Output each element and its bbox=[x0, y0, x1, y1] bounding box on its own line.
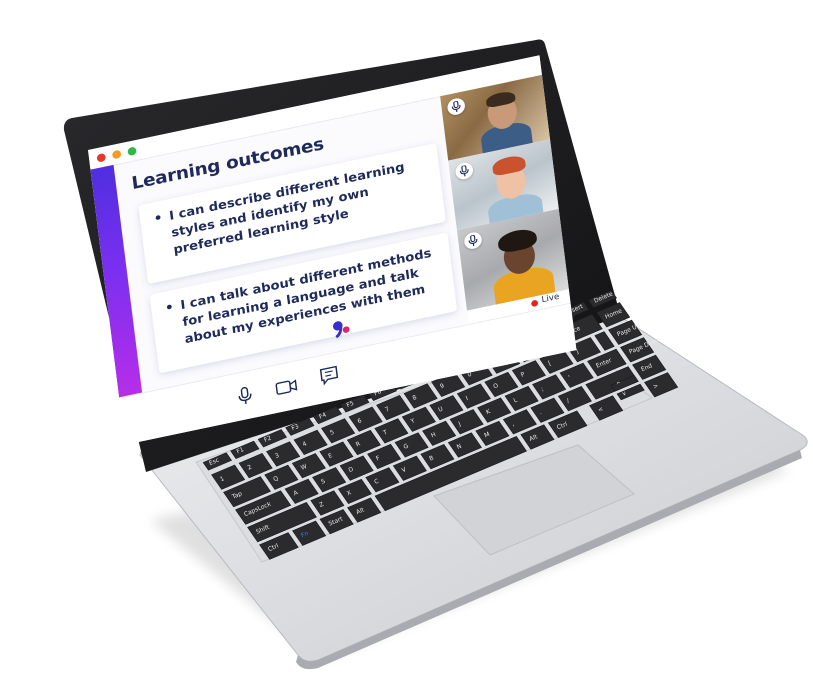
chat-button[interactable] bbox=[319, 364, 341, 389]
microphone-icon bbox=[459, 165, 469, 177]
microphone-icon bbox=[451, 100, 461, 113]
participant-mic-button[interactable] bbox=[446, 96, 466, 117]
window-minimize-button[interactable] bbox=[111, 149, 122, 160]
participant-mic-button[interactable] bbox=[454, 161, 474, 181]
video-camera-icon bbox=[275, 379, 298, 395]
microphone-button[interactable] bbox=[236, 385, 254, 410]
bullet-icon: • bbox=[153, 210, 164, 227]
microphone-icon bbox=[238, 386, 252, 404]
live-label: Live bbox=[541, 292, 560, 305]
microphone-icon bbox=[468, 234, 478, 247]
chat-icon bbox=[319, 365, 339, 386]
camera-button[interactable] bbox=[275, 378, 298, 399]
brand-logo-icon bbox=[332, 321, 350, 339]
laptop-scene: EscF1F2F3F4F5F6F7F8F9F10F11F12InsertDele… bbox=[0, 0, 813, 685]
window-close-button[interactable] bbox=[96, 152, 107, 163]
participant-mic-button[interactable] bbox=[463, 230, 483, 251]
window-maximize-button[interactable] bbox=[127, 146, 137, 157]
bullet-icon: • bbox=[164, 299, 175, 317]
brand-logo bbox=[328, 315, 354, 345]
live-dot-icon bbox=[530, 299, 539, 308]
